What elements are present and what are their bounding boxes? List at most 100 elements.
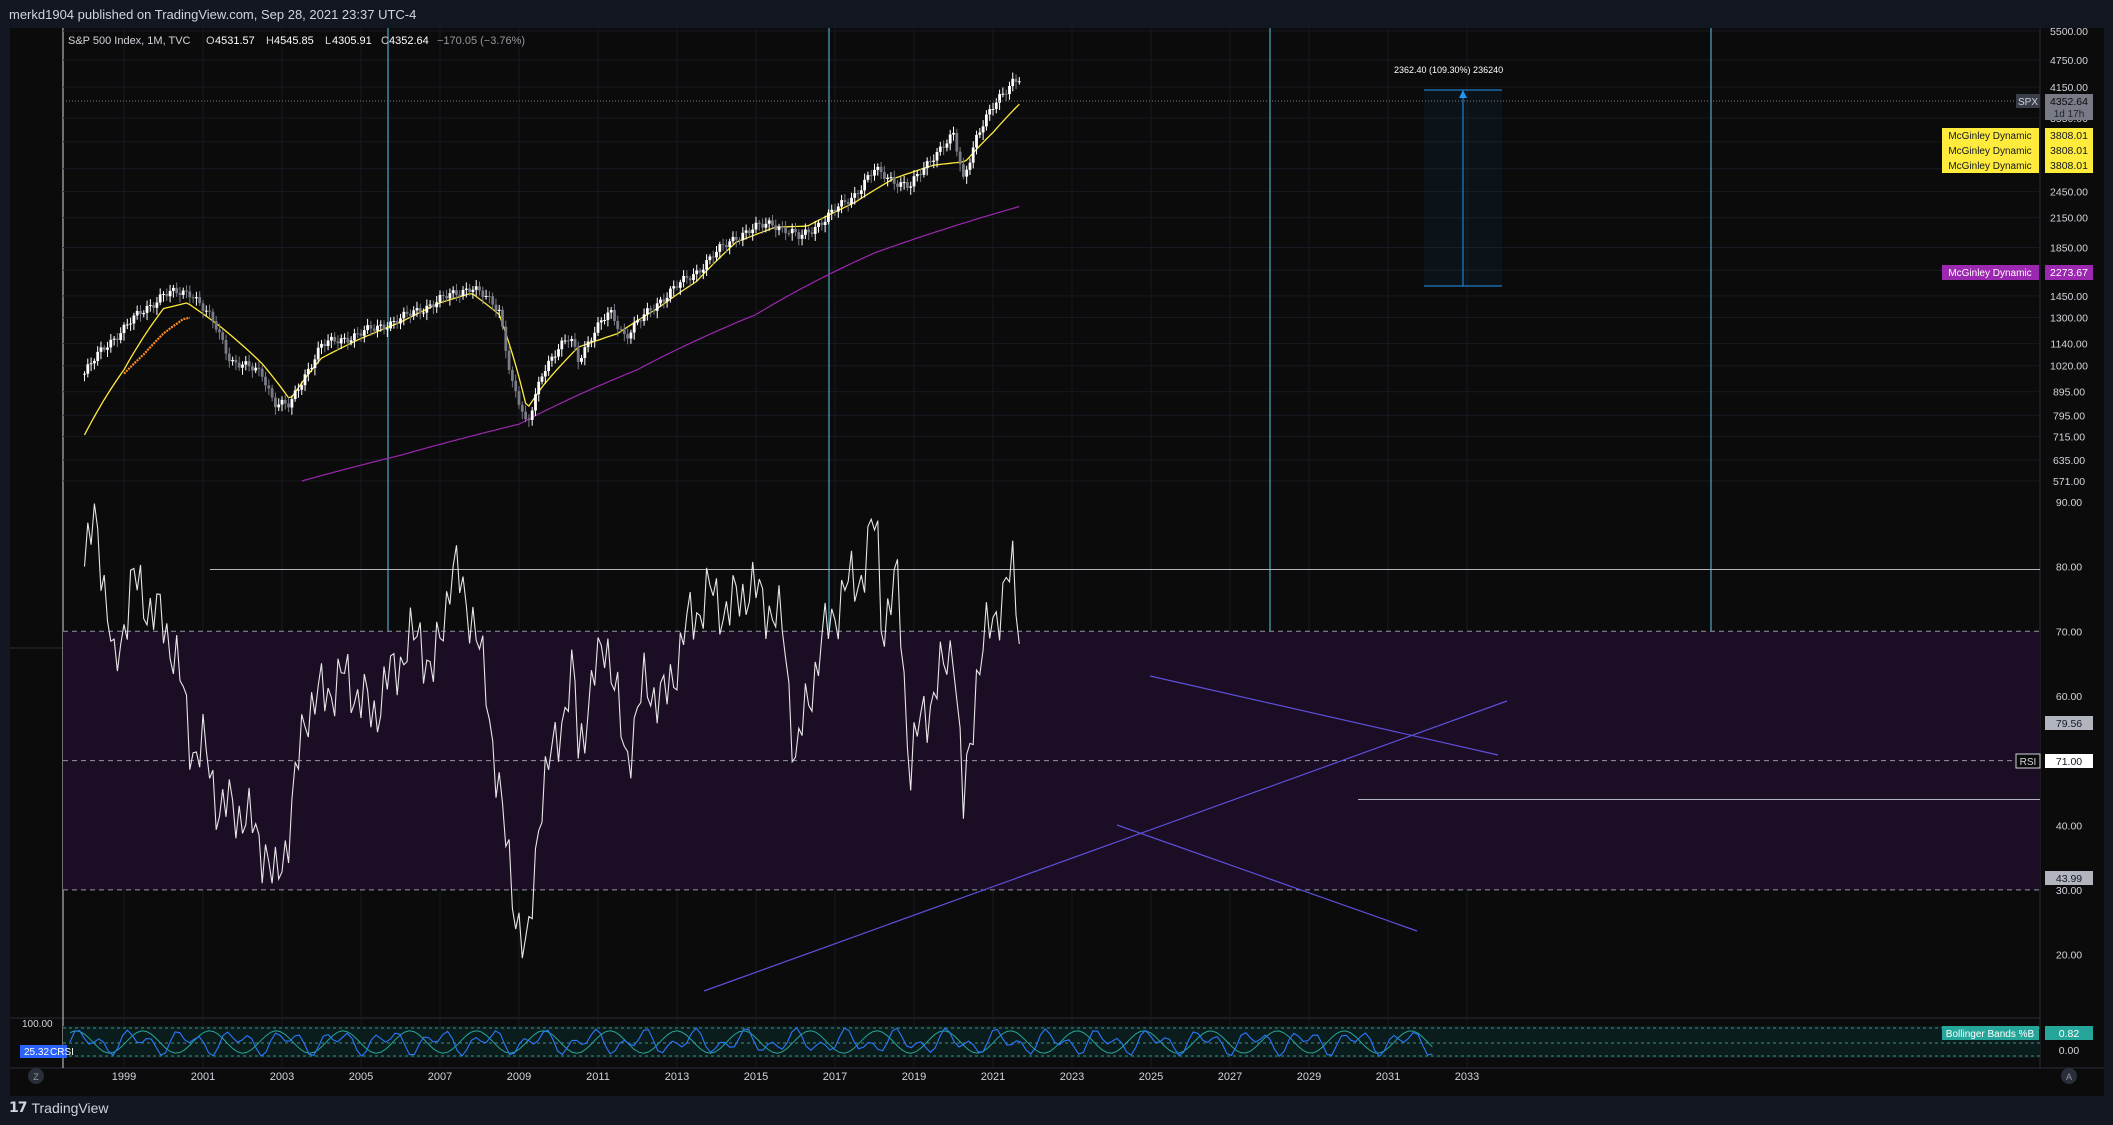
candle-body: [267, 385, 271, 389]
bb-value: 0.82: [2059, 1028, 2080, 1040]
candle-body: [530, 410, 534, 420]
candle-body: [418, 308, 422, 313]
rsi-tag: RSI: [2020, 757, 2037, 768]
candle-body: [873, 169, 876, 176]
candle-body: [794, 228, 797, 233]
candle-body: [550, 356, 554, 361]
candle-body: [636, 320, 639, 323]
chart-svg[interactable]: 5500.004750.004150.003550.003150.002750.…: [10, 26, 2104, 1096]
candle-body: [1017, 81, 1021, 83]
candle-body: [757, 222, 761, 224]
candle-body: [688, 278, 692, 281]
candle-body: [586, 341, 590, 348]
candle-body: [122, 324, 126, 334]
candle-body: [501, 309, 504, 327]
candle-body: [287, 403, 290, 408]
candle-body: [764, 223, 768, 228]
candle-body: [807, 229, 811, 233]
bb-label: Bollinger Bands %B: [1946, 1029, 2035, 1040]
candle-body: [797, 232, 801, 239]
candle-body: [553, 356, 557, 358]
price-tick-label: 1020.00: [2050, 361, 2088, 373]
price-tick-label: 4750.00: [2050, 55, 2088, 67]
candle-body: [685, 275, 689, 279]
candle-body: [376, 325, 379, 331]
candle-body: [333, 336, 337, 342]
candle-body: [613, 310, 616, 321]
spx-price: 4352.64: [2050, 96, 2088, 108]
candle-body: [119, 333, 123, 340]
candle-body: [369, 325, 373, 329]
publish-info: merkd1904 published on TradingView.com, …: [9, 7, 417, 22]
candle-body: [985, 114, 988, 127]
candle-body: [83, 373, 86, 375]
candle-body: [385, 328, 389, 330]
candle-body: [655, 303, 659, 311]
candle-body: [283, 399, 287, 404]
candle-body: [886, 177, 890, 179]
tradingview-logo-icon: 17: [9, 1100, 28, 1116]
candle-body: [968, 162, 972, 170]
candle-body: [761, 223, 764, 228]
candle-body: [642, 314, 646, 321]
candle-body: [619, 329, 623, 330]
chart-area[interactable]: 5500.004750.004150.003550.003150.002750.…: [10, 26, 2104, 1096]
candle-body: [731, 236, 735, 242]
price-tick-label: 895.00: [2053, 387, 2085, 399]
mcginley-name-2: McGinley Dynamic: [1948, 146, 2031, 157]
legend-high-label: H: [266, 35, 274, 47]
time-tick-label: 1999: [112, 1071, 136, 1083]
candle-body: [962, 164, 965, 177]
candle-body: [771, 220, 774, 226]
candle-body: [813, 227, 817, 234]
candle-body: [800, 234, 804, 239]
candle-body: [438, 295, 442, 303]
candle-body: [1014, 78, 1018, 82]
candle-body: [859, 190, 863, 194]
time-tick-label: 2027: [1218, 1071, 1242, 1083]
crsi-pane: [63, 1026, 2040, 1058]
time-tick-label: 2017: [823, 1071, 847, 1083]
candle-body: [405, 311, 409, 314]
candle-body: [448, 293, 452, 299]
candle-body: [925, 161, 929, 169]
candle-body: [158, 294, 162, 303]
candle-body: [669, 288, 672, 298]
price-tick-label: 795.00: [2053, 410, 2085, 422]
candle-body: [573, 339, 577, 347]
legend-high: 4545.85: [274, 35, 314, 47]
candle-body: [326, 340, 330, 346]
candle-body: [1004, 93, 1008, 95]
candle-body: [682, 275, 685, 283]
candle-body: [260, 368, 264, 377]
candle-body: [672, 286, 676, 289]
candle-body: [389, 321, 392, 329]
candle-body: [938, 146, 942, 152]
candle-body: [912, 176, 916, 187]
candle-body: [320, 343, 323, 348]
candle-body: [748, 230, 751, 234]
candle-body: [603, 320, 606, 321]
candle-body: [948, 134, 952, 144]
legend-low-label: L: [325, 35, 331, 47]
candle-body: [313, 359, 317, 368]
candle-body: [181, 290, 185, 295]
candle-body: [1011, 78, 1015, 86]
mcginley-value-3: 3808.01: [2050, 160, 2088, 172]
candle-body: [906, 182, 909, 188]
candle-body: [132, 315, 136, 324]
candle-body: [204, 310, 208, 312]
candle-body: [632, 322, 636, 333]
candle-body: [836, 206, 840, 212]
candle-body: [850, 197, 853, 205]
candle-body: [336, 341, 340, 344]
candle-body: [876, 166, 880, 170]
mcginley-name-3: McGinley Dynamic: [1948, 161, 2031, 172]
tradingview-brand[interactable]: 17 TradingView: [9, 1100, 109, 1116]
candle-body: [346, 337, 350, 343]
candle-body: [208, 310, 211, 312]
mcginley-slow-name: McGinley Dynamic: [1948, 268, 2031, 279]
candle-body: [280, 399, 284, 405]
candle-body: [774, 225, 778, 231]
candle-body: [557, 349, 560, 357]
